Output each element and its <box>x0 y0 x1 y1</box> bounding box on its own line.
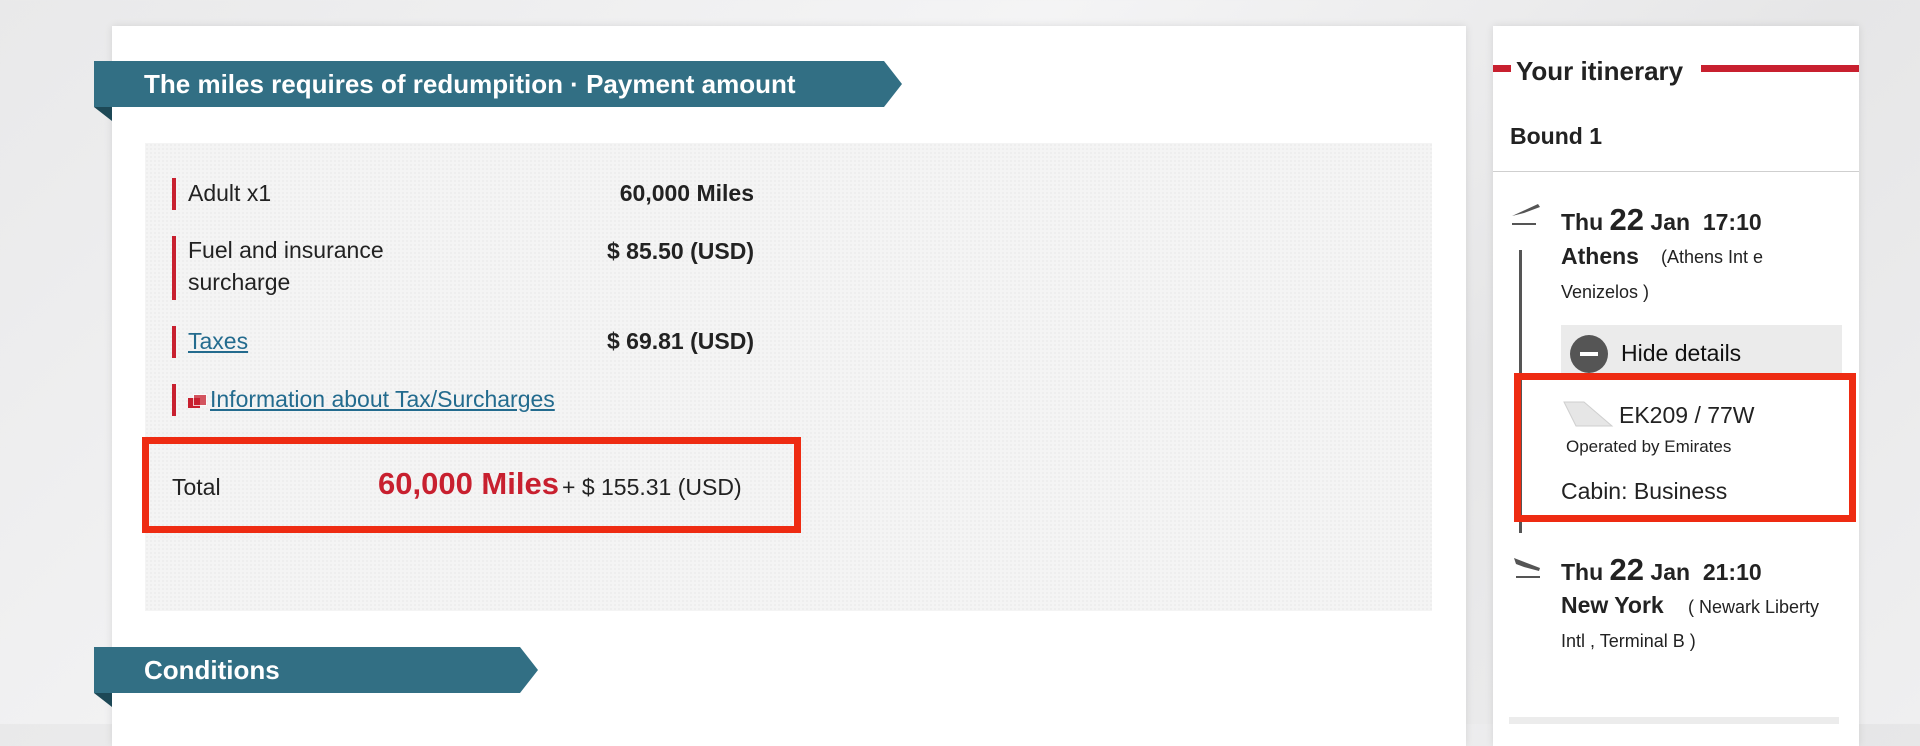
flight-number: EK209 / 77W <box>1619 402 1755 428</box>
departure-datetime: Thu 22 Jan 17:10 <box>1561 202 1762 237</box>
line-item-value: $ 69.81 (USD) <box>606 328 754 354</box>
departure-airport-cont: Venizelos ) <box>1561 282 1650 302</box>
arrival-airport-cont: Intl , Terminal B ) <box>1561 631 1696 651</box>
divider <box>1493 171 1859 172</box>
total-label: Total <box>172 474 221 500</box>
itinerary-title: Your itinerary <box>1516 56 1684 86</box>
conditions-heading-text: Conditions <box>144 655 280 685</box>
departure-city: Athens <box>1561 243 1639 269</box>
tax-surcharge-info-link[interactable]: Information about Tax/Surcharges <box>210 386 555 412</box>
airline-tail-icon <box>1562 400 1614 428</box>
minus-circle-icon[interactable] <box>1570 335 1608 373</box>
payment-heading-text: The miles requires of redumpition · Paym… <box>144 69 796 99</box>
arrival-airport: ( Newark Liberty <box>1688 597 1820 617</box>
departure-plane-icon <box>1510 198 1542 232</box>
taxes-link[interactable]: Taxes <box>188 328 248 355</box>
line-item-adult: Adult x1 60,000 Miles <box>172 178 754 210</box>
arrival-datetime: Thu 22 Jan 21:10 <box>1561 552 1762 587</box>
total-miles: 60,000 Miles <box>378 466 559 501</box>
line-item-fuel-surcharge: Fuel and insurance surcharge $ 85.50 (US… <box>172 236 754 300</box>
line-item-value: 60,000 Miles <box>619 180 754 206</box>
hide-details-label[interactable]: Hide details <box>1621 340 1741 367</box>
line-item-label: Fuel and insurance surcharge <box>188 237 384 295</box>
conditions-heading: Conditions <box>94 647 538 707</box>
info-windows-icon <box>188 394 207 408</box>
bound-label: Bound 1 <box>1510 123 1602 149</box>
arrival-city: New York <box>1561 592 1664 618</box>
payment-heading: The miles requires of redumpition · Paym… <box>94 61 902 121</box>
arrival-plane-icon <box>1512 552 1544 586</box>
cabin-class: Cabin: Business <box>1561 478 1728 504</box>
payment-summary-box <box>145 143 1432 611</box>
total-cash: + $ 155.31 (USD) <box>562 474 742 500</box>
operated-by: Operated by Emirates <box>1566 437 1732 456</box>
line-item-taxes: Taxes $ 69.81 (USD) <box>172 326 754 358</box>
departure-airport: (Athens Int e <box>1661 247 1764 267</box>
line-item-label: Adult x1 <box>188 180 272 206</box>
line-item-tax-info: Information about Tax/Surcharges <box>172 384 754 416</box>
line-item-value: $ 85.50 (USD) <box>606 238 754 264</box>
